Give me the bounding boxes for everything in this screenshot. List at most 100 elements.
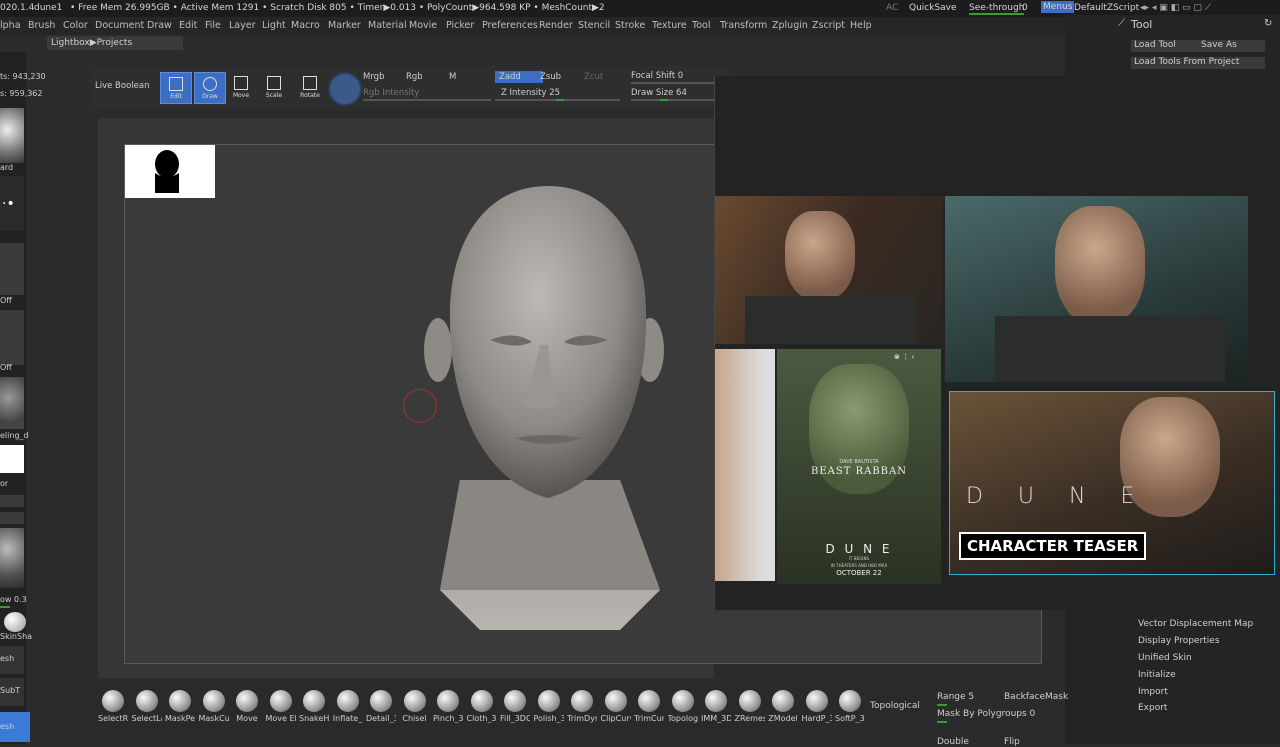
- mesh-button[interactable]: esh: [0, 646, 24, 674]
- menu-item-render[interactable]: Render: [539, 20, 573, 31]
- window-controls-icon[interactable]: ◂▸ ◂ ▣ ◧ ▭ ▢ ⟋: [1140, 3, 1211, 13]
- skinshade-sphere[interactable]: [4, 612, 26, 632]
- zadd-button[interactable]: Zadd: [495, 71, 543, 83]
- load-tools-from-project-button[interactable]: Load Tools From Project: [1131, 57, 1265, 69]
- menu-item-brush[interactable]: Brush: [28, 20, 55, 31]
- brush-16[interactable]: TrimCur: [634, 690, 664, 723]
- brush-6[interactable]: SnakeH: [299, 690, 329, 723]
- menu-item-file[interactable]: File: [205, 20, 221, 31]
- load-tool-button[interactable]: Load Tool: [1131, 40, 1198, 52]
- menu-item-draw[interactable]: Draw: [147, 20, 172, 31]
- draw-size-knob[interactable]: [660, 99, 668, 101]
- menu-item-texture[interactable]: Texture: [652, 20, 687, 31]
- brush-3[interactable]: MaskCu: [199, 690, 229, 723]
- navigation-thumbnail[interactable]: [125, 145, 215, 198]
- m-button[interactable]: M: [449, 72, 456, 82]
- mask-by-polygroups-slider[interactable]: Mask By Polygroups 0: [937, 709, 1035, 719]
- brush-22[interactable]: SoftP_3E: [835, 690, 865, 723]
- brush-10[interactable]: Pinch_3D: [433, 690, 463, 723]
- brush-17[interactable]: Topolog: [668, 690, 698, 723]
- brush-0[interactable]: SelectRe: [98, 690, 128, 723]
- unified-skin-item[interactable]: Unified Skin: [1138, 653, 1192, 663]
- default-zscript-label[interactable]: DefaultZScript: [1074, 3, 1139, 13]
- gizmo-button[interactable]: [328, 72, 362, 106]
- subtool-button[interactable]: SubT: [0, 678, 24, 706]
- brush-7[interactable]: Inflate_: [333, 690, 363, 723]
- mrgb-button[interactable]: Mrgb: [363, 72, 384, 82]
- menu-item-picker[interactable]: Picker: [446, 20, 474, 31]
- export-item[interactable]: Export: [1138, 703, 1167, 713]
- brush-thumb[interactable]: [0, 108, 24, 163]
- rotate-button[interactable]: Rotate: [295, 72, 325, 102]
- menu-item-preferences[interactable]: Preferences: [482, 20, 538, 31]
- active-mesh-button[interactable]: esh: [0, 712, 30, 742]
- see-through-slider[interactable]: See-through: [969, 3, 1025, 15]
- menu-item-edit[interactable]: Edit: [179, 20, 197, 31]
- rgb-button[interactable]: Rgb: [406, 72, 423, 82]
- zsub-button[interactable]: Zsub: [540, 72, 561, 82]
- brush-2[interactable]: MaskPe: [165, 690, 195, 723]
- brush-14[interactable]: TrimDyr: [567, 690, 597, 723]
- focal-shift-slider[interactable]: Focal Shift 0: [631, 71, 683, 81]
- reference-photo-3[interactable]: [715, 349, 775, 581]
- brush-4[interactable]: Move: [232, 690, 262, 723]
- menu-item-layer[interactable]: Layer: [229, 20, 256, 31]
- menu-item-stencil[interactable]: Stencil: [578, 20, 610, 31]
- tool-title[interactable]: Tool: [1131, 18, 1152, 31]
- menus-button[interactable]: Menus: [1041, 1, 1075, 13]
- menu-item-color[interactable]: Color: [63, 20, 88, 31]
- display-properties-item[interactable]: Display Properties: [1138, 636, 1220, 646]
- move-button[interactable]: Move: [226, 72, 256, 102]
- flip-toggle[interactable]: Flip: [1004, 737, 1020, 747]
- shadow-slider[interactable]: [0, 606, 10, 608]
- brush-13[interactable]: Polish_3: [534, 690, 564, 723]
- edit-button[interactable]: Edit: [160, 72, 192, 104]
- stroke-thumb[interactable]: ·•: [0, 176, 24, 231]
- save-as-button[interactable]: Save As: [1198, 40, 1265, 52]
- quicksave-button[interactable]: QuickSave: [909, 3, 957, 13]
- beast-rabban-poster[interactable]: DAVE BAUTISTA BEAST RABBAN D U N E IT BE…: [777, 349, 941, 584]
- poster-controls-icon[interactable]: ⊗ ⋮ ‹: [894, 353, 914, 361]
- double-toggle[interactable]: Double: [937, 737, 969, 747]
- reference-image-window[interactable]: DAVE BAUTISTA BEAST RABBAN D U N E IT BE…: [714, 76, 1280, 610]
- texture-thumb[interactable]: [0, 310, 24, 365]
- vector-displacement-map-item[interactable]: Vector Displacement Map: [1138, 619, 1253, 629]
- z-intensity-slider[interactable]: Z Intensity 25: [501, 88, 560, 98]
- brush-18[interactable]: IMM_3D: [701, 690, 731, 723]
- brush-1[interactable]: SelectLa: [132, 690, 162, 723]
- draw-size-slider[interactable]: Draw Size 64: [631, 88, 687, 98]
- menu-item-lpha[interactable]: lpha: [0, 20, 21, 31]
- brush-21[interactable]: HardP_3: [802, 690, 832, 723]
- range-knob[interactable]: [937, 704, 947, 706]
- rgb-intensity-slider[interactable]: Rgb Intensity: [363, 88, 419, 98]
- menu-item-tool[interactable]: Tool: [692, 20, 710, 31]
- draw-button[interactable]: Draw: [194, 72, 226, 104]
- live-boolean-button[interactable]: Live Boolean: [95, 81, 149, 91]
- character-teaser-image[interactable]: D U N E CHARACTER TEASER: [949, 391, 1275, 575]
- brush-20[interactable]: ZModel: [768, 690, 798, 723]
- brush-5[interactable]: Move El: [266, 690, 296, 723]
- z-intensity-knob[interactable]: [556, 99, 564, 101]
- sculpt-head-model[interactable]: [420, 180, 680, 635]
- initialize-item[interactable]: Initialize: [1138, 670, 1176, 680]
- alpha-thumb[interactable]: [0, 243, 24, 295]
- range-slider[interactable]: Range 5: [937, 692, 974, 702]
- shelf-button-2[interactable]: [0, 512, 24, 524]
- refresh-icon[interactable]: ↻: [1264, 18, 1272, 29]
- topological-toggle[interactable]: Topological: [870, 701, 920, 711]
- scale-button[interactable]: Scale: [259, 72, 289, 102]
- brush-19[interactable]: ZRemes: [735, 690, 765, 723]
- menu-item-marker[interactable]: Marker: [328, 20, 361, 31]
- material-thumb[interactable]: [0, 377, 24, 429]
- reference-photo-1[interactable]: [715, 196, 943, 344]
- menu-item-zscript[interactable]: Zscript: [812, 20, 845, 31]
- menu-item-help[interactable]: Help: [850, 20, 872, 31]
- backface-mask-toggle[interactable]: BackfaceMask: [1004, 692, 1068, 702]
- menu-item-movie[interactable]: Movie: [409, 20, 437, 31]
- menu-item-zplugin[interactable]: Zplugin: [772, 20, 808, 31]
- shelf-button[interactable]: [0, 495, 24, 507]
- menu-item-macro[interactable]: Macro: [291, 20, 320, 31]
- color-swatch[interactable]: [0, 445, 24, 473]
- menu-item-material[interactable]: Material: [368, 20, 407, 31]
- menu-item-document[interactable]: Document: [95, 20, 144, 31]
